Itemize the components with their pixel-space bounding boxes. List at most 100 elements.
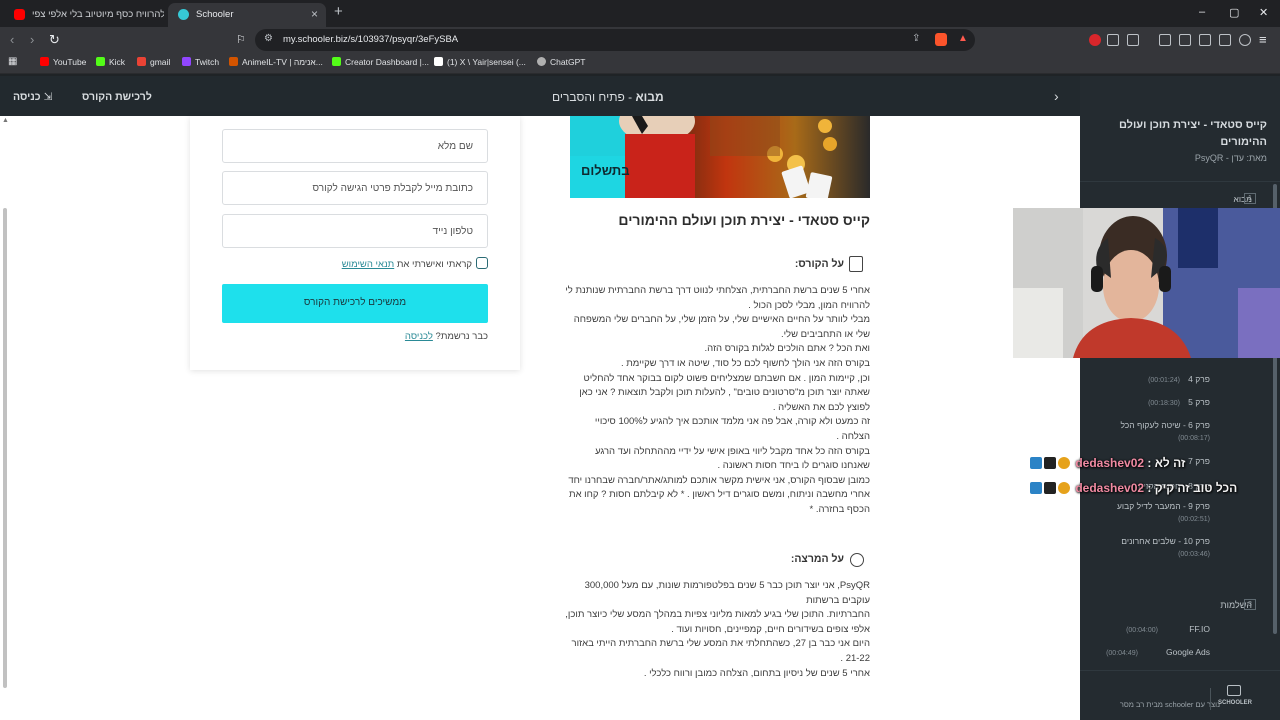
text-line: ואת הכל ? אתם הולכים לגלות בקורס הזה. bbox=[704, 343, 871, 355]
animeil-icon bbox=[229, 57, 238, 66]
section-title: מבוא - פתיח והסברים bbox=[552, 90, 664, 104]
share-icon[interactable]: ⇪ bbox=[912, 33, 920, 44]
bookmark-label: ChatGPT bbox=[550, 57, 586, 67]
terms-checkbox[interactable] bbox=[476, 257, 488, 269]
lesson-10[interactable]: פרק 10 - שלבים אחרונים bbox=[1100, 536, 1210, 546]
scroll-up-arrow-icon[interactable]: ▲ bbox=[2, 117, 9, 124]
maximize-button[interactable]: ▢ bbox=[1229, 6, 1239, 19]
chat-username: dedashev02 bbox=[1075, 481, 1145, 495]
chapter-number: 3 bbox=[1244, 599, 1256, 610]
phone-input[interactable]: טלפון נייד bbox=[222, 214, 488, 248]
purchase-course-link[interactable]: לרכישת הקורס bbox=[82, 91, 152, 103]
email-input[interactable]: כתובת מייל לקבלת פרטי הגישה לקורס bbox=[222, 171, 488, 205]
apps-grid-icon[interactable]: ▦ bbox=[8, 56, 17, 67]
reload-icon[interactable]: ↻ bbox=[49, 32, 60, 48]
extra-lesson-ffio[interactable]: FF.IO bbox=[1160, 624, 1210, 634]
login-link[interactable]: לכניסה bbox=[405, 331, 433, 342]
text-line: בקורס הזה אני הולך לחשוף לכם כל סוד, שיט… bbox=[620, 357, 870, 369]
hat-badge-icon bbox=[1044, 457, 1056, 469]
chevron-right-icon[interactable]: › bbox=[1054, 88, 1059, 104]
minimize-button[interactable]: – bbox=[1199, 6, 1205, 18]
media-icon[interactable] bbox=[1159, 34, 1171, 46]
page-scrollbar[interactable] bbox=[0, 116, 10, 720]
sidebar-icon[interactable] bbox=[1179, 34, 1191, 46]
scrollbar-thumb[interactable] bbox=[3, 208, 7, 688]
bookmark-twitch[interactable]: Twitch bbox=[182, 57, 219, 67]
text-line: עוקבים ברשתות bbox=[806, 594, 870, 606]
lesson-9[interactable]: פרק 9 - המעבר לדיל קבוע bbox=[1100, 501, 1210, 511]
text-line: אחרי מחשבה וניתוח, ומשם סוגרים דיל ראשון… bbox=[569, 489, 870, 501]
full-name-input[interactable]: שם מלא bbox=[222, 129, 488, 163]
lesson-6-duration: (00:08:17) bbox=[1178, 435, 1210, 442]
browser-tab-youtube[interactable]: איך להרוויח כסף מיוטיוב בלי אלפי צפי bbox=[4, 3, 164, 27]
text-line: אחרי 5 שנים ברשת החברתית, הצלחתי לנווט ד… bbox=[565, 285, 870, 296]
forward-icon[interactable]: › bbox=[30, 32, 34, 47]
chat-text: זה לא bbox=[1154, 456, 1186, 470]
menu-icon[interactable]: ≡ bbox=[1259, 32, 1267, 47]
back-icon[interactable]: ‹ bbox=[10, 32, 14, 47]
text-line: שלי או התחביבים שלי. bbox=[780, 328, 870, 340]
chat-message: dedashev02 : הכל טוב זה קיק bbox=[1030, 481, 1237, 495]
section-title-bold: מבוא bbox=[635, 90, 664, 104]
site-settings-icon[interactable]: ⚙ bbox=[264, 33, 273, 44]
browser-tab-schooler[interactable]: Schooler × bbox=[168, 3, 326, 27]
chat-message: dedashev02 : זה לא bbox=[1030, 456, 1185, 470]
bookmark-youtube[interactable]: YouTube bbox=[40, 57, 86, 67]
capture-icon[interactable] bbox=[1127, 34, 1139, 46]
chatgpt-icon bbox=[537, 57, 546, 66]
lesson-6[interactable]: פרק 6 - שיטה לעקוף הכל bbox=[1100, 420, 1210, 430]
section-title-rest: - פתיח והסברים bbox=[552, 90, 636, 104]
new-tab-button[interactable]: + bbox=[334, 3, 343, 20]
schooler-logo-icon bbox=[1227, 685, 1241, 696]
wallet-icon[interactable] bbox=[1199, 34, 1211, 46]
bookmark-icon[interactable]: ⚐ bbox=[236, 33, 246, 46]
brave-shields-icon[interactable] bbox=[935, 33, 947, 46]
webcam-overlay bbox=[1013, 208, 1280, 358]
banner-illustration bbox=[570, 116, 837, 198]
sidebar-course-title: קייס סטאדי - יצירת תוכן ועולם ההימורים bbox=[1092, 117, 1267, 151]
text-line: להרוויח המון, מבלי לסכן הכול . bbox=[748, 299, 870, 311]
close-window-button[interactable]: ✕ bbox=[1259, 6, 1268, 19]
bookmark-gmail[interactable]: gmail bbox=[137, 57, 170, 67]
already-registered-label: כבר נרשמת? bbox=[432, 331, 488, 342]
terms-link[interactable]: תנאי השימוש bbox=[342, 259, 395, 270]
extra-lesson-ffio-duration: (00:04:00) bbox=[1126, 627, 1158, 634]
about-lecturer-heading: על המרצה: bbox=[790, 553, 844, 565]
bookmark-animeil[interactable]: AnimeIL-TV | אנימה... bbox=[229, 57, 323, 67]
continue-purchase-button[interactable]: ממשיכים לרכישת הקורס bbox=[222, 284, 488, 323]
text-line: PsyQR, אני יוצר תוכן כבר 5 שנים בפלטפורמ… bbox=[584, 580, 870, 591]
vpn-icon[interactable] bbox=[1239, 34, 1251, 46]
hat-badge-icon bbox=[1044, 482, 1056, 494]
chapter-extras[interactable]: השלמות bbox=[1180, 600, 1252, 610]
youtube-icon bbox=[14, 9, 25, 20]
about-course-heading: על הקורס: bbox=[794, 258, 844, 270]
bookmark-x[interactable]: (1) X \ Yair|sensei (... bbox=[434, 57, 526, 67]
text-line: אלפי צופים בשידורים חיים, קמפיינים, חסוי… bbox=[671, 623, 870, 635]
address-bar[interactable]: ⚙ my.schooler.biz/s/103937/psyqr/3eFySBA… bbox=[255, 29, 975, 51]
bookmark-creator-dashboard[interactable]: Creator Dashboard |... bbox=[332, 57, 429, 67]
twitch-icon bbox=[182, 57, 191, 66]
lesson-5-duration: (00:18:30) bbox=[1148, 400, 1180, 407]
schooler-favicon-icon bbox=[178, 9, 189, 20]
tab-title: Schooler bbox=[196, 9, 234, 20]
brave-rewards-icon[interactable]: ▲ bbox=[958, 33, 968, 44]
lesson-4-duration: (00:01:24) bbox=[1148, 377, 1180, 384]
extension-icon[interactable] bbox=[1089, 34, 1101, 46]
bookmarks-bar: ▦ YouTube Kick gmail Twitch AnimeIL-TV |… bbox=[0, 53, 1280, 74]
close-tab-icon[interactable]: × bbox=[311, 7, 318, 21]
extra-lesson-google-ads[interactable]: Google Ads bbox=[1140, 647, 1210, 657]
text-line: הכסף בחזרה. * bbox=[809, 503, 871, 515]
extensions-puzzle-icon[interactable] bbox=[1107, 34, 1119, 46]
leo-ai-icon[interactable] bbox=[1219, 34, 1231, 46]
bookmark-chatgpt[interactable]: ChatGPT bbox=[537, 57, 585, 67]
chapter-intro[interactable]: מבוא bbox=[1190, 194, 1252, 204]
kick-icon bbox=[332, 57, 341, 66]
coin-badge-icon bbox=[1058, 457, 1070, 469]
sidebar-author: מאת: עדן - PsyQR bbox=[1194, 153, 1267, 163]
bookmark-kick[interactable]: Kick bbox=[96, 57, 125, 67]
schooler-logo-text: SCHOOLER bbox=[1218, 700, 1253, 706]
login-link[interactable]: כניסה ⇲ bbox=[13, 91, 52, 103]
x-icon bbox=[434, 57, 443, 66]
text-line: זה כמעט ולא קורה, אבל פה אני מלמד אותכם … bbox=[594, 416, 870, 428]
text-line: שאתה יוצר תוכן מ"סרטונים טובים" , להעלות… bbox=[579, 387, 870, 399]
